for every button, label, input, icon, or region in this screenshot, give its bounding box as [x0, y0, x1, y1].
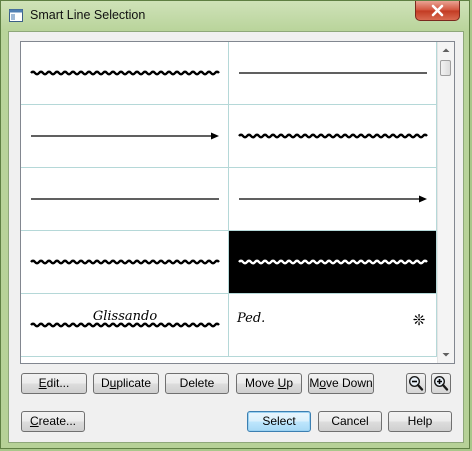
scroll-down-arrow-icon[interactable]	[438, 347, 454, 363]
pedal-label: Ped.	[236, 311, 265, 326]
move-down-label-post: ve Down	[326, 376, 373, 390]
smart-line-list[interactable]: Glissando Ped. ❊	[20, 41, 455, 364]
move-down-button[interactable]: Move Down	[308, 373, 374, 394]
smart-line-cell[interactable]: Glissando	[21, 294, 229, 357]
smart-line-preview: Ped. ❊	[236, 311, 426, 329]
smart-line-cell[interactable]	[21, 105, 229, 168]
duplicate-label-post: plicate	[116, 376, 152, 390]
move-up-label-post: p	[286, 376, 294, 390]
close-icon	[431, 4, 444, 17]
smart-line-cell[interactable]	[229, 42, 437, 105]
pedal-release-icon: ❊	[413, 311, 426, 329]
scroll-up-arrow-icon[interactable]	[438, 42, 454, 58]
smart-line-preview	[239, 72, 427, 74]
help-label: Help	[407, 414, 433, 428]
help-button[interactable]: Help	[388, 411, 452, 432]
create-label-post: reate...	[38, 414, 77, 428]
move-up-button[interactable]: Move Up	[236, 373, 302, 394]
title-bar[interactable]: Smart Line Selection	[1, 1, 469, 31]
smart-line-grid: Glissando Ped. ❊	[21, 42, 438, 363]
vertical-scrollbar[interactable]	[437, 42, 454, 363]
window-title: Smart Line Selection	[30, 8, 146, 22]
cancel-label: Cancel	[331, 414, 369, 428]
select-button[interactable]: Select	[247, 411, 311, 432]
smart-line-cell[interactable]: Ped. ❊	[229, 294, 437, 357]
zoom-in-icon	[433, 375, 449, 391]
smart-line-cell[interactable]	[229, 105, 437, 168]
smart-line-preview	[238, 259, 428, 265]
smart-line-cell[interactable]	[21, 42, 229, 105]
smart-line-cell[interactable]	[21, 231, 229, 294]
select-label: Select	[262, 414, 296, 428]
zoom-out-button[interactable]	[406, 373, 426, 394]
dialog-body: Glissando Ped. ❊ Edit... Duplicate Delete …	[8, 31, 464, 443]
create-button[interactable]: Create...	[21, 411, 85, 432]
smart-line-preview	[31, 132, 219, 140]
smart-line-cell[interactable]	[21, 168, 229, 231]
close-button[interactable]	[415, 1, 460, 21]
smart-line-preview	[239, 195, 427, 203]
delete-label: Delete	[179, 376, 215, 390]
window-icon	[9, 9, 23, 22]
smart-line-preview	[238, 133, 428, 139]
edit-button[interactable]: Edit...	[21, 373, 87, 394]
smart-line-preview	[31, 198, 219, 200]
smart-line-cell[interactable]	[229, 168, 437, 231]
zoom-out-icon	[408, 375, 424, 391]
smart-line-selection-dialog: Smart Line Selection Glissando Ped. ❊ Edit…	[0, 0, 470, 449]
glissando-label: Glissando	[93, 309, 157, 324]
duplicate-label-pre: D	[100, 376, 110, 390]
smart-line-preview: Glissando	[30, 309, 220, 328]
zoom-in-button[interactable]	[431, 373, 451, 394]
smart-line-preview	[30, 259, 220, 265]
smart-line-preview	[30, 70, 220, 76]
smart-line-cell[interactable]	[229, 231, 437, 294]
delete-button[interactable]: Delete	[165, 373, 229, 394]
move-down-label-pre: M	[309, 376, 320, 390]
move-up-label-pre: Move	[244, 376, 278, 390]
move-down-label-accel: o	[319, 376, 326, 390]
edit-label-accel: E	[38, 376, 47, 390]
duplicate-button[interactable]: Duplicate	[93, 373, 159, 394]
edit-label-post: dit...	[46, 376, 70, 390]
cancel-button[interactable]: Cancel	[318, 411, 382, 432]
scrollbar-thumb[interactable]	[440, 60, 451, 76]
create-label-accel: C	[29, 414, 39, 428]
